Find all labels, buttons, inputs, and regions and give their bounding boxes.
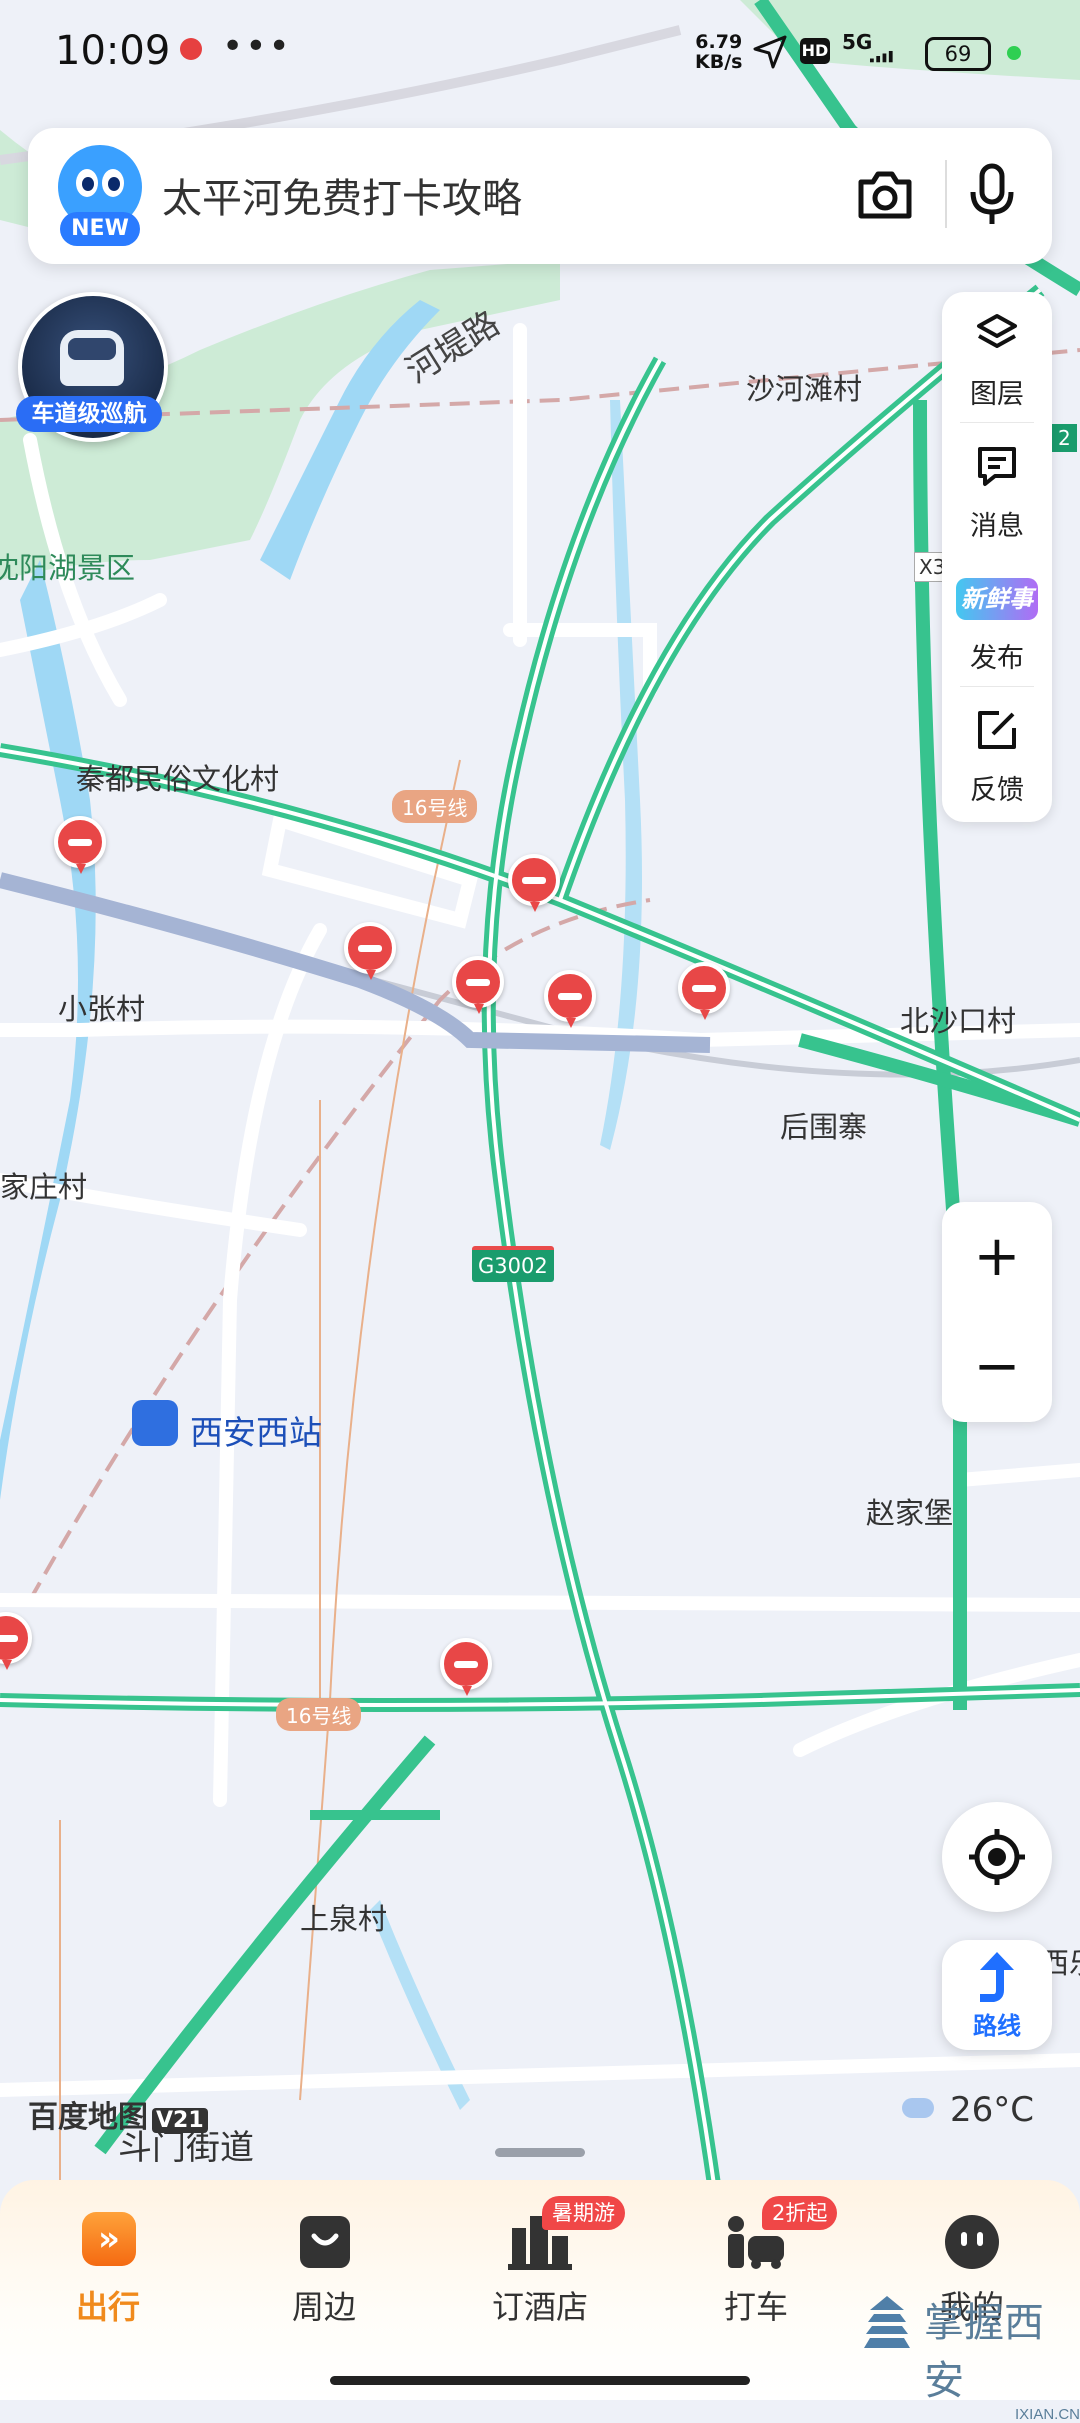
messages-label: 消息	[970, 511, 1024, 542]
messages-button[interactable]: 消息	[942, 424, 1052, 554]
new-badge: NEW	[60, 212, 140, 246]
tab-nearby[interactable]: 周边	[234, 2200, 414, 2326]
map-label-jiazhuang-village: 家庄村	[0, 1170, 88, 1204]
road-closure-marker-icon[interactable]	[678, 962, 730, 1020]
zoom-in-button[interactable]: +	[942, 1202, 1052, 1312]
weather-temperature[interactable]: 26°C	[950, 2090, 1034, 2130]
publish-button[interactable]: 新鲜事 发布	[942, 556, 1052, 686]
signal-icon	[870, 50, 893, 63]
feedback-label: 反馈	[970, 775, 1024, 806]
layers-button[interactable]: 图层	[942, 292, 1052, 422]
map-label-shangquan-village: 上泉村	[300, 1902, 388, 1936]
road-closure-marker-icon[interactable]	[544, 970, 596, 1028]
microphone-icon[interactable]	[967, 162, 1017, 228]
map-label-zhaojiabao: 赵家堡	[866, 1496, 954, 1530]
tab-hotel-label: 订酒店	[491, 2288, 588, 2326]
camera-icon[interactable]	[855, 168, 915, 222]
hotel-promo-badge: 暑期游	[542, 2196, 625, 2230]
network-type: 5G	[842, 30, 873, 54]
road-closure-marker-icon[interactable]	[54, 816, 106, 874]
tab-nearby-label: 周边	[291, 2288, 356, 2326]
battery-indicator: 69	[925, 37, 991, 71]
road-closure-marker-icon[interactable]	[344, 922, 396, 980]
highway-g3002-badge: G3002	[472, 1246, 554, 1282]
metro-line-16-badge-2: 16号线	[276, 1698, 362, 1731]
cloud-icon	[902, 2098, 934, 2118]
crosshair-icon	[969, 1829, 1025, 1885]
map-label-scenic-area: 沈阳湖景区	[0, 551, 136, 585]
map-label-shahetan-village: 沙河滩村	[746, 372, 863, 406]
map-toolbar: 图层 消息 新鲜事 发布 反馈	[942, 292, 1052, 822]
map-label-beishakou-village: 北沙口村	[900, 1004, 1017, 1038]
battery-status-dot	[1007, 46, 1021, 60]
search-divider	[945, 160, 947, 228]
tab-taxi-label: 打车	[723, 2288, 788, 2326]
pagoda-logo-icon	[864, 2296, 910, 2348]
baidu-map-logo: 百度地图 V21	[28, 2092, 208, 2136]
map-label-xian-west-station[interactable]: 西安西站	[190, 1406, 322, 1454]
layers-icon	[977, 314, 1017, 348]
travel-icon: »	[82, 2212, 136, 2266]
message-icon	[978, 447, 1016, 486]
network-speed: 6.79 KB/s	[695, 31, 743, 73]
drawer-handle[interactable]	[495, 2148, 585, 2157]
road-closure-marker-icon[interactable]	[440, 1638, 492, 1696]
map-label-xiaozhang-village: 小张村	[58, 992, 146, 1026]
route-label: 路线	[973, 2012, 1021, 2040]
tab-travel-label: 出行	[75, 2288, 140, 2326]
hd-voice-icon: HD	[800, 38, 830, 64]
map-label-houweizhai: 后围寨	[780, 1110, 868, 1144]
watermark: 掌握西安 IXIAN.CN	[862, 2290, 1080, 2423]
tab-travel[interactable]: » 出行	[18, 2200, 198, 2326]
edge-road-badge: 2	[1052, 424, 1077, 452]
zoom-out-button[interactable]: −	[942, 1312, 1052, 1422]
home-indicator[interactable]	[330, 2376, 750, 2385]
profile-face-icon	[945, 2215, 999, 2269]
taxi-promo-badge: 2折起	[762, 2196, 838, 2230]
feedback-icon	[978, 711, 1016, 749]
locate-button[interactable]	[942, 1802, 1052, 1912]
lane-level-cruise-label[interactable]: 车道级巡航	[16, 396, 162, 432]
xinxianshi-icon: 新鲜事	[956, 578, 1038, 620]
road-closure-marker-icon[interactable]	[508, 854, 560, 912]
status-time: 10:09	[55, 28, 171, 74]
metro-line-16-badge: 16号线	[392, 790, 478, 823]
search-input[interactable]: 太平河免费打卡攻略	[162, 166, 522, 224]
route-arrow-icon	[980, 1952, 1014, 2002]
feedback-button[interactable]: 反馈	[942, 688, 1052, 818]
road-closure-marker-icon[interactable]	[452, 956, 504, 1014]
zoom-control: + −	[942, 1202, 1052, 1422]
station-icon[interactable]	[132, 1400, 178, 1446]
map-label-qindu-folk-village: 秦都民俗文化村	[76, 762, 280, 796]
nearby-bag-icon	[300, 2216, 350, 2268]
layers-label: 图层	[970, 379, 1024, 410]
location-arrow-icon	[753, 35, 787, 69]
location-notification-icon	[180, 38, 202, 60]
publish-label: 发布	[970, 643, 1024, 674]
route-button[interactable]: 路线	[942, 1940, 1052, 2050]
more-notifications-icon: •••	[222, 26, 292, 67]
